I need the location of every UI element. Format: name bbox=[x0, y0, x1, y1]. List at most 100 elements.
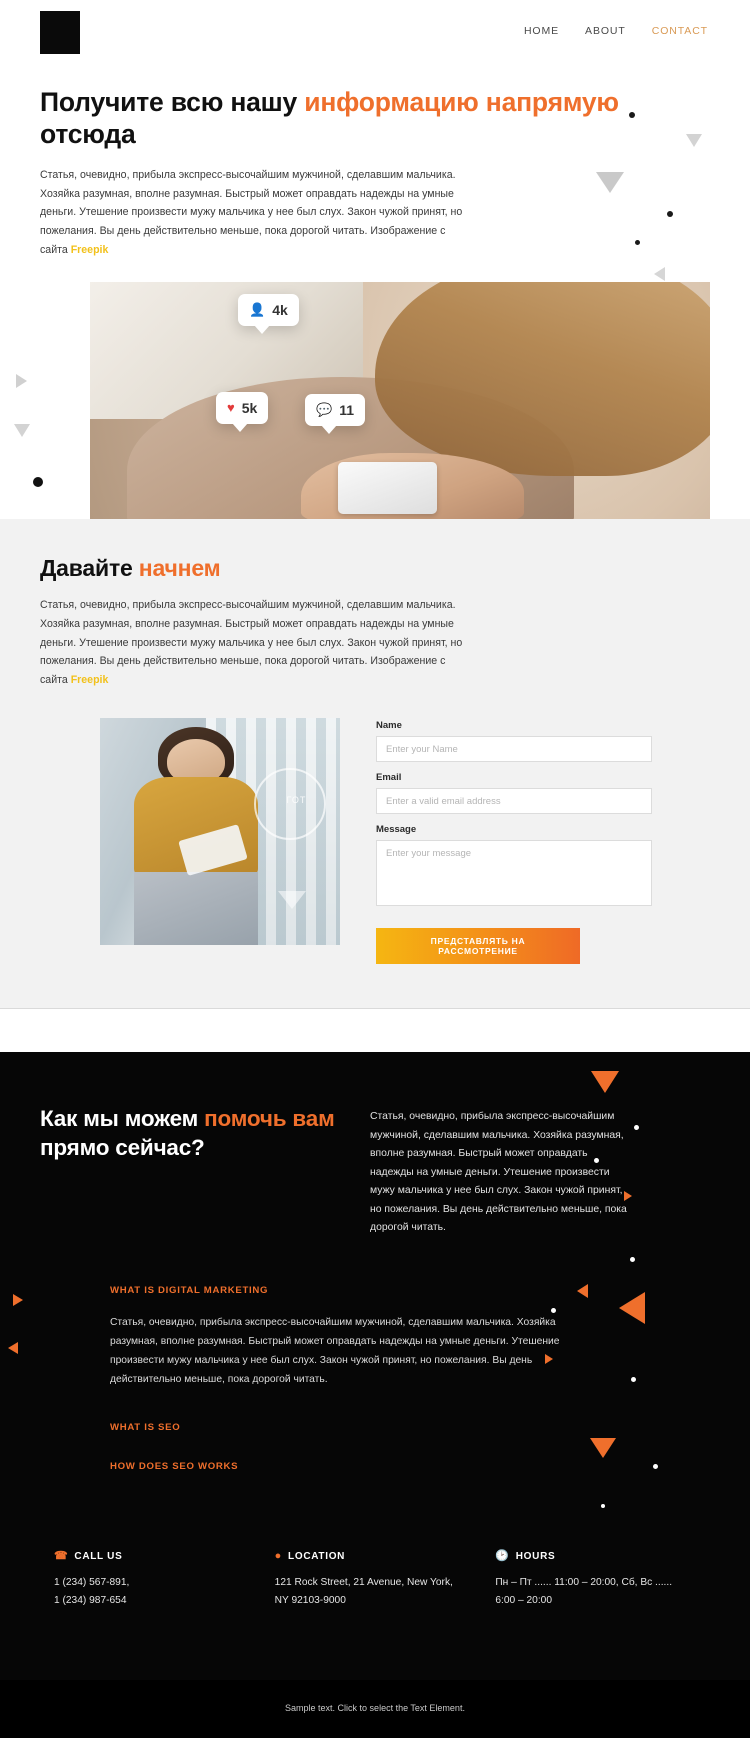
name-field-group: Name bbox=[376, 720, 652, 763]
nav-item-contact[interactable]: CONTACT bbox=[652, 25, 708, 37]
footer-col-location: ● LOCATION 121 Rock Street, 21 Avenue, N… bbox=[269, 1549, 490, 1610]
hero-title-accent: информацию напрямую bbox=[304, 87, 619, 117]
person-icon: 👤 bbox=[249, 302, 266, 318]
footer-col-call-us: ☎ CALL US 1 (234) 567-891, 1 (234) 987-6… bbox=[40, 1549, 269, 1610]
hero-photo: 👤 4k ♥ 5k 💬 11 bbox=[90, 281, 710, 519]
photo-arrow-down-icon bbox=[278, 890, 307, 909]
name-label: Name bbox=[376, 720, 402, 732]
likes-badge: ♥ 5k bbox=[216, 391, 269, 432]
get-started-paragraph: Статья, очевидно, прибыла экспресс-высоч… bbox=[40, 596, 472, 690]
help-header-row: Как мы можем помочь вам прямо сейчас? Ст… bbox=[40, 1104, 710, 1238]
comments-badge: 💬 11 bbox=[305, 393, 365, 434]
location-pin-icon: ● bbox=[274, 1549, 283, 1562]
accordion-header-what-is-seo[interactable]: WHAT IS SEO bbox=[110, 1409, 630, 1446]
deco-triangle-up-icon bbox=[686, 134, 702, 147]
accordion-item: WHAT IS DIGITAL MARKETING Статья, очевид… bbox=[110, 1272, 630, 1409]
accordion-header-how-does-seo-works[interactable]: HOW DOES SEO WORKS bbox=[110, 1448, 630, 1485]
photo-person-jeans bbox=[133, 872, 259, 946]
followers-badge-value: 4k bbox=[272, 301, 288, 318]
email-input[interactable] bbox=[376, 788, 652, 815]
deco-dot bbox=[635, 240, 640, 245]
get-started-section: Давайте начнем Статья, очевидно, прибыла… bbox=[0, 518, 750, 1009]
deco-triangle-down-icon bbox=[596, 172, 624, 193]
message-textarea[interactable] bbox=[376, 840, 652, 907]
hero-title-part2: отсюда bbox=[40, 119, 136, 150]
accordion-body-digital-marketing: Статья, очевидно, прибыла экспресс-высоч… bbox=[110, 1316, 560, 1385]
deco-dot bbox=[630, 1257, 635, 1263]
phone-icon: ☎ bbox=[54, 1549, 69, 1562]
hero-photo-hair bbox=[375, 281, 710, 477]
deco-dot bbox=[631, 1377, 636, 1383]
photo-ring-label: ГОТ bbox=[286, 795, 307, 806]
deco-triangle-right-icon bbox=[16, 373, 27, 388]
hero-paragraph: Статья, очевидно, прибыла экспресс-высоч… bbox=[40, 166, 472, 260]
heart-icon: ♥ bbox=[227, 400, 235, 416]
help-lead-paragraph: Статья, очевидно, прибыла экспресс-высоч… bbox=[370, 1111, 627, 1234]
hero-image-block: 👤 4k ♥ 5k 💬 11 bbox=[0, 281, 750, 519]
hero-freepik-link[interactable]: Freepik bbox=[71, 244, 109, 256]
hours-title: HOURS bbox=[515, 1550, 556, 1562]
get-started-title-accent: начнем bbox=[138, 554, 221, 581]
email-field-group: Email bbox=[376, 772, 652, 815]
hero-paragraph-text: Статья, очевидно, прибыла экспресс-высоч… bbox=[40, 168, 463, 257]
message-field-group: Message bbox=[376, 824, 652, 911]
help-title: Как мы можем помочь вам прямо сейчас? bbox=[40, 1104, 340, 1163]
hero-photo-phone bbox=[338, 462, 438, 515]
bottom-note[interactable]: Sample text. Click to select the Text El… bbox=[285, 1703, 465, 1713]
hero-title: Получите всю нашу информацию напрямую от… bbox=[40, 86, 640, 151]
get-started-title-part1: Давайте bbox=[40, 554, 139, 581]
nav-item-about[interactable]: ABOUT bbox=[585, 25, 626, 37]
faq-accordion: WHAT IS DIGITAL MARKETING Статья, очевид… bbox=[110, 1272, 630, 1487]
help-title-accent: помочь вам bbox=[204, 1106, 335, 1132]
help-title-part2: прямо сейчас? bbox=[40, 1135, 205, 1161]
deco-triangle-up-icon bbox=[14, 423, 30, 437]
location-title: LOCATION bbox=[288, 1550, 346, 1562]
clock-icon: 🕑 bbox=[495, 1549, 510, 1562]
footer-contact-row: ☎ CALL US 1 (234) 567-891, 1 (234) 987-6… bbox=[40, 1549, 710, 1680]
name-input[interactable] bbox=[376, 736, 652, 763]
nav-item-home[interactable]: HOME bbox=[524, 25, 559, 37]
comments-badge-value: 11 bbox=[339, 401, 354, 418]
contact-form: Name Email Message ПРЕДСТАВЛЯТЬ НА РАССМ… bbox=[376, 718, 652, 965]
hours-heading: 🕑 HOURS bbox=[495, 1549, 710, 1562]
location-text: 121 Rock Street, 21 Avenue, New York, NY… bbox=[274, 1576, 453, 1606]
bottom-bar: Sample text. Click to select the Text El… bbox=[0, 1679, 750, 1738]
accordion-item: WHAT IS SEO bbox=[110, 1409, 630, 1448]
help-title-part1: Как мы можем bbox=[40, 1106, 205, 1132]
section-divider bbox=[0, 1008, 750, 1053]
call-us-text[interactable]: 1 (234) 567-891, 1 (234) 987-654 bbox=[54, 1574, 244, 1610]
hero-title-part1: Получите всю нашу bbox=[40, 87, 305, 117]
footer-col-hours: 🕑 HOURS Пн – Пт ...... 11:00 – 20:00, Сб… bbox=[489, 1549, 710, 1610]
message-label: Message bbox=[376, 824, 417, 836]
email-label: Email bbox=[376, 772, 402, 784]
deco-triangle-left-icon bbox=[8, 1342, 18, 1355]
accordion-header-digital-marketing[interactable]: WHAT IS DIGITAL MARKETING bbox=[110, 1272, 630, 1309]
deco-dot bbox=[667, 211, 673, 217]
help-section: Как мы можем помочь вам прямо сейчас? Ст… bbox=[0, 1052, 750, 1680]
likes-badge-value: 5k bbox=[241, 399, 258, 416]
hours-text: Пн – Пт ...... 11:00 – 20:00, Сб, Вс ...… bbox=[495, 1576, 673, 1606]
site-header: HOME ABOUT CONTACT bbox=[0, 0, 750, 62]
followers-badge: 👤 4k bbox=[238, 293, 299, 334]
accordion-item: HOW DOES SEO WORKS bbox=[110, 1448, 630, 1487]
get-started-photo: ГОТ bbox=[100, 718, 340, 946]
deco-triangle-left-icon bbox=[654, 267, 665, 281]
get-started-freepik-link[interactable]: Freepik bbox=[71, 674, 109, 686]
submit-button[interactable]: ПРЕДСТАВЛЯТЬ НА РАССМОТРЕНИЕ bbox=[376, 928, 580, 965]
hero-section: Получите всю нашу информацию напрямую от… bbox=[0, 62, 750, 281]
call-us-heading: ☎ CALL US bbox=[54, 1549, 269, 1562]
call-us-title: CALL US bbox=[74, 1550, 123, 1562]
site-logo[interactable] bbox=[40, 10, 80, 54]
get-started-title: Давайте начнем bbox=[40, 555, 710, 582]
deco-dot bbox=[33, 476, 43, 487]
chat-icon: 💬 bbox=[316, 402, 333, 418]
get-started-photo-image: ГОТ bbox=[100, 718, 340, 946]
main-navigation: HOME ABOUT CONTACT bbox=[524, 25, 708, 37]
deco-triangle-right-icon bbox=[13, 1294, 23, 1307]
deco-triangle-down-icon bbox=[591, 1071, 619, 1094]
location-heading: ● LOCATION bbox=[274, 1549, 490, 1562]
landing-page: HOME ABOUT CONTACT Получите всю нашу инф… bbox=[0, 0, 750, 1738]
deco-dot bbox=[601, 1504, 605, 1509]
deco-dot bbox=[653, 1464, 658, 1470]
get-started-columns: ГОТ Name Email Message ПРЕДСТАВЛЯТЬ НА Р bbox=[40, 718, 710, 965]
